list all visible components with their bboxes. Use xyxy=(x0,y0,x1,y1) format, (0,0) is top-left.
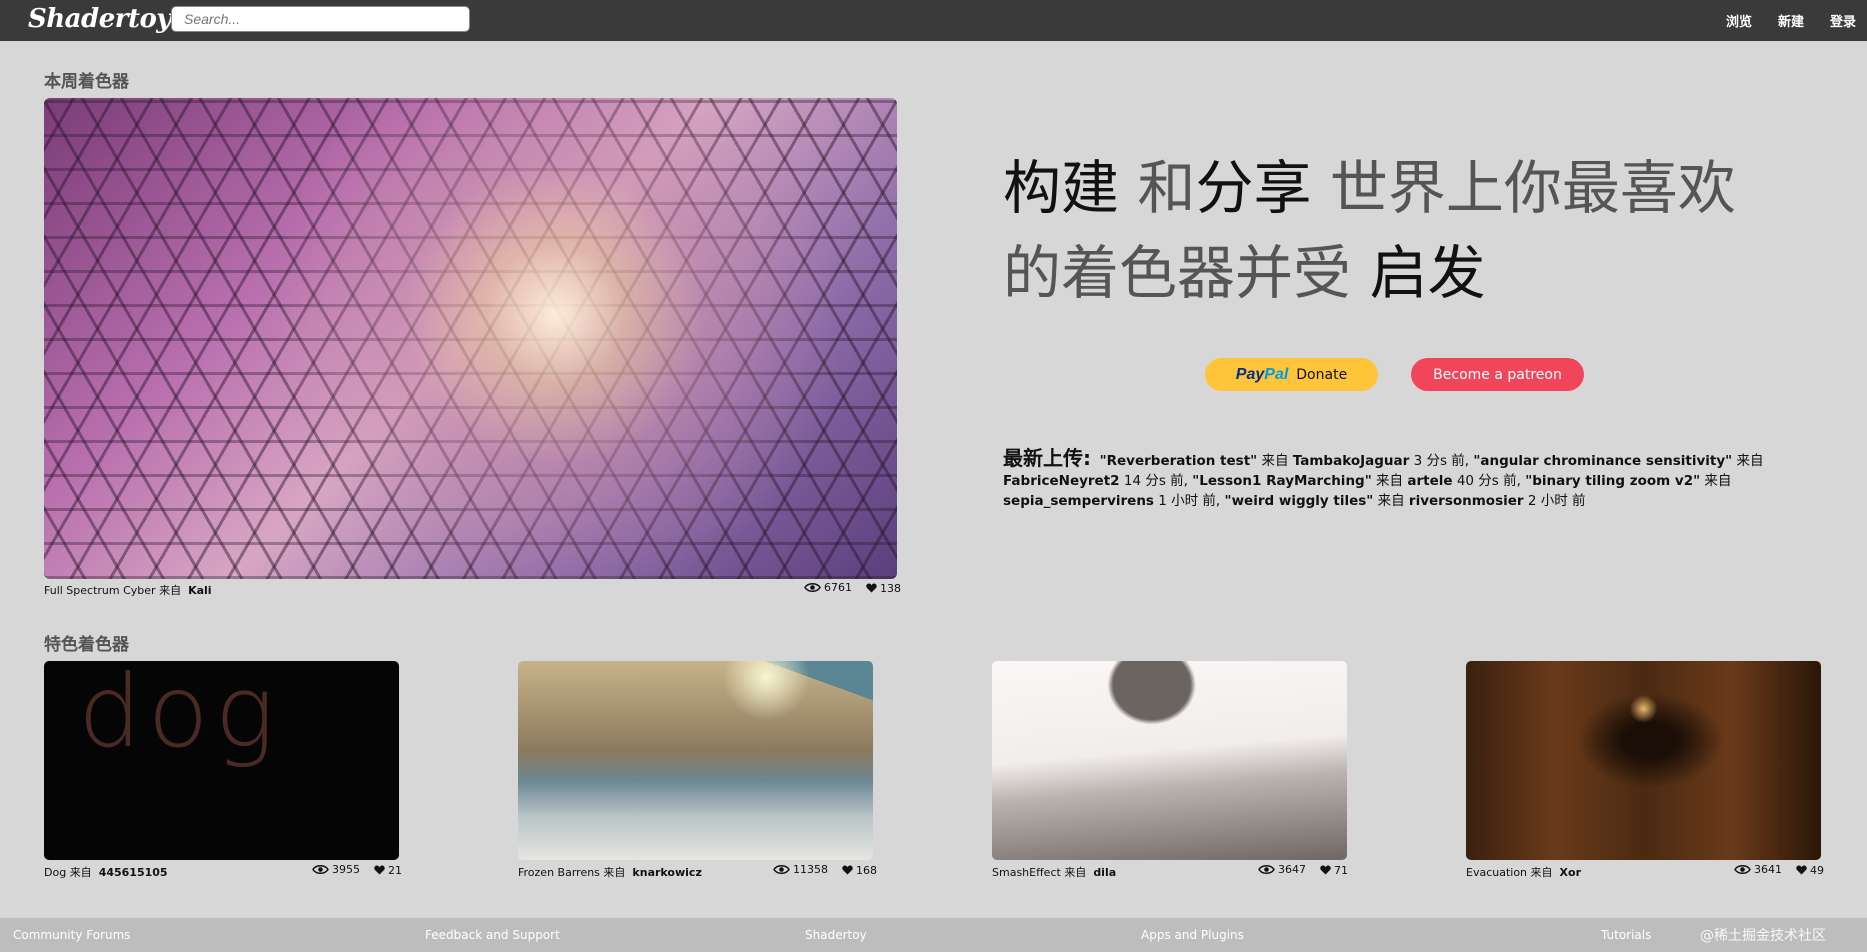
headline-and: 和 xyxy=(1137,154,1196,222)
by-label: 来自 xyxy=(1377,493,1405,509)
featured-stats: 3641 49 xyxy=(1734,863,1824,878)
eye-icon xyxy=(773,865,790,874)
latest-shader-link[interactable]: "angular chrominance sensitivity" xyxy=(1473,453,1732,469)
eye-icon xyxy=(804,583,821,592)
nav-login[interactable]: 登录 xyxy=(1830,11,1856,30)
latest-author-link[interactable]: artele xyxy=(1407,473,1452,489)
view-count: 3647 xyxy=(1278,863,1306,876)
view-count: 3955 xyxy=(332,863,360,876)
featured-title: 特色着色器 xyxy=(44,635,129,655)
featured-thumb-frozen-barrens[interactable] xyxy=(518,661,873,860)
search-input[interactable] xyxy=(171,6,470,32)
latest-shader-link[interactable]: "binary tiling zoom v2" xyxy=(1525,473,1700,489)
shader-author[interactable]: dila xyxy=(1093,866,1116,879)
latest-label: 最新上传: xyxy=(1003,446,1091,470)
like-count: 49 xyxy=(1810,863,1824,877)
top-bar: Shadertoy 浏览 新建 登录 xyxy=(0,0,1867,41)
footer: Community Forums Feedback and Support Sh… xyxy=(0,918,1867,952)
by-label: 来自 xyxy=(1261,453,1289,469)
shader-author[interactable]: Kali xyxy=(188,584,212,597)
donate-label: Donate xyxy=(1296,366,1348,383)
view-count: 11358 xyxy=(793,863,828,876)
latest-author-link[interactable]: TambakoJaguar xyxy=(1293,453,1409,469)
featured-caption: SmashEffect 来自 dila xyxy=(992,864,1116,880)
eye-icon xyxy=(1258,865,1275,874)
featured-thumb-dog[interactable]: dog xyxy=(44,661,399,860)
heart-icon xyxy=(1320,865,1331,875)
eye-icon xyxy=(312,865,329,874)
featured-caption: Frozen Barrens 来自 knarkowicz xyxy=(518,864,702,880)
hero-headline: 构建 和分享 世界上你最喜欢的着色器并受 启发 xyxy=(1003,146,1783,316)
footer-link-tutorials[interactable]: Tutorials xyxy=(1601,928,1651,942)
shader-title[interactable]: Frozen Barrens xyxy=(518,866,600,879)
shader-title[interactable]: Evacuation xyxy=(1466,866,1527,879)
nav-new[interactable]: 新建 xyxy=(1778,11,1804,30)
heart-icon xyxy=(866,583,877,593)
latest-author-link[interactable]: FabriceNeyret2 xyxy=(1003,473,1120,489)
by-label: 来自 xyxy=(1530,866,1553,879)
shader-title[interactable]: Full Spectrum Cyber xyxy=(44,584,156,597)
latest-shader-link[interactable]: "Reverberation test" xyxy=(1100,453,1258,469)
by-label: 来自 xyxy=(603,866,626,879)
like-count: 138 xyxy=(880,581,901,595)
shader-of-week-stats: 6761 138 xyxy=(804,581,901,596)
shader-author[interactable]: knarkowicz xyxy=(632,866,701,879)
shader-of-week-title: 本周着色器 xyxy=(44,72,129,92)
latest-time: 14 分s 前, xyxy=(1123,473,1188,489)
latest-time: 2 小时 前 xyxy=(1527,493,1586,509)
like-count: 168 xyxy=(856,863,877,877)
latest-shader-link[interactable]: "Lesson1 RayMarching" xyxy=(1192,473,1371,489)
featured-caption: Evacuation 来自 Xor xyxy=(1466,864,1581,880)
footer-link-apps-plugins[interactable]: Apps and Plugins xyxy=(1141,928,1244,942)
view-count: 3641 xyxy=(1754,863,1782,876)
by-label: 来自 xyxy=(1736,453,1764,469)
shader-title[interactable]: SmashEffect xyxy=(992,866,1061,879)
eye-icon xyxy=(1734,865,1751,874)
by-label: 来自 xyxy=(1376,473,1404,489)
nav-browse[interactable]: 浏览 xyxy=(1726,11,1752,30)
shadertoy-logo[interactable]: Shadertoy xyxy=(28,4,171,34)
featured-stats: 3955 21 xyxy=(312,863,402,878)
latest-author-link[interactable]: riversonmosier xyxy=(1409,493,1524,509)
headline-share: 分享 xyxy=(1195,154,1312,222)
heart-icon xyxy=(1796,865,1807,875)
headline-inspire: 启发 xyxy=(1369,239,1486,307)
latest-shader-link[interactable]: "weird wiggly tiles" xyxy=(1225,493,1374,509)
like-count: 71 xyxy=(1334,863,1348,877)
featured-thumb-evacuation[interactable] xyxy=(1466,661,1821,860)
footer-link-shadertoy[interactable]: Shadertoy xyxy=(805,928,867,942)
heart-icon xyxy=(374,865,385,875)
footer-link-community-forums[interactable]: Community Forums xyxy=(13,928,131,942)
shader-title[interactable]: Dog xyxy=(44,866,66,879)
headline-build: 构建 xyxy=(1003,154,1120,222)
heart-icon xyxy=(842,865,853,875)
dog-thumb-text: dog xyxy=(78,661,281,770)
by-label: 来自 xyxy=(1704,473,1732,489)
latest-time: 3 分s 前, xyxy=(1413,453,1470,469)
latest-time: 1 小时 前, xyxy=(1158,493,1221,509)
by-label: 来自 xyxy=(69,866,92,879)
view-count: 6761 xyxy=(824,581,852,594)
paypal-logo: PayPal xyxy=(1235,365,1289,383)
by-label: 来自 xyxy=(1064,866,1087,879)
featured-stats: 3647 71 xyxy=(1258,863,1348,878)
latest-author-link[interactable]: sepia_sempervirens xyxy=(1003,493,1154,509)
paypal-donate-button[interactable]: PayPal Donate xyxy=(1205,358,1378,391)
like-count: 21 xyxy=(388,863,402,877)
latest-uploads: 最新上传: "Reverberation test" 来自 TambakoJag… xyxy=(1003,448,1783,511)
patreon-button[interactable]: Become a patreon xyxy=(1411,358,1584,391)
latest-time: 40 分s 前, xyxy=(1456,473,1521,489)
featured-thumb-smasheffect[interactable] xyxy=(992,661,1347,860)
shader-of-week-preview[interactable] xyxy=(44,98,897,579)
watermark: @稀土掘金技术社区 xyxy=(1700,928,1826,944)
shader-author[interactable]: Xor xyxy=(1560,866,1581,879)
featured-stats: 11358 168 xyxy=(773,863,877,878)
shader-of-week-caption: Full Spectrum Cyber 来自 Kali xyxy=(44,582,212,598)
featured-caption: Dog 来自 445615105 xyxy=(44,864,168,880)
shader-author[interactable]: 445615105 xyxy=(99,866,168,879)
footer-link-feedback[interactable]: Feedback and Support xyxy=(425,928,560,942)
by-label: 来自 xyxy=(159,584,182,597)
